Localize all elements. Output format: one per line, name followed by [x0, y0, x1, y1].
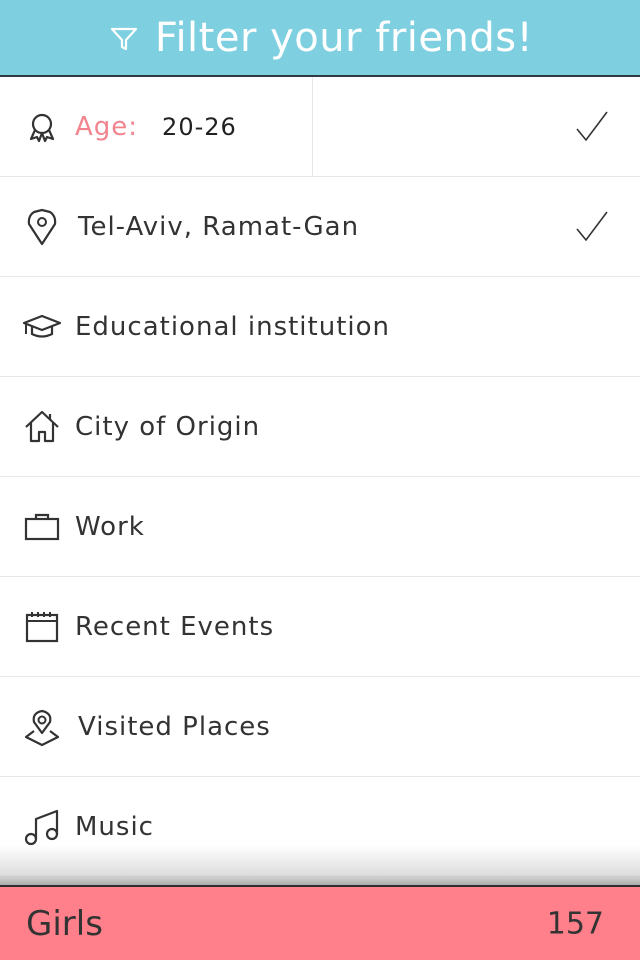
filter-row-location[interactable]: Tel-Aviv, Ramat-Gan [0, 177, 640, 277]
music-note-icon [24, 809, 59, 845]
briefcase-icon [24, 513, 60, 540]
city-of-origin-label: City of Origin [75, 411, 261, 442]
home-icon [25, 410, 59, 442]
check-icon [576, 111, 608, 141]
filter-row-city-of-origin[interactable]: City of Origin [0, 377, 640, 477]
filter-row-education[interactable]: Educational institution [0, 277, 640, 377]
gender-label[interactable]: Girls [26, 904, 103, 944]
music-label: Music [75, 811, 154, 842]
graduation-cap-icon [22, 314, 62, 338]
calendar-icon [25, 611, 59, 642]
result-count: 157 [546, 906, 604, 941]
row-divider [312, 77, 313, 176]
education-label: Educational institution [75, 311, 391, 342]
map-pin-icon [24, 709, 60, 746]
visited-places-label: Visited Places [78, 711, 271, 742]
check-icon [576, 211, 608, 241]
filter-list: Age: 20-26 Tel-Aviv, Ramat-Gan Educationa… [0, 77, 640, 877]
header-bar: Filter your friends! [0, 0, 640, 77]
filter-row-visited-places[interactable]: Visited Places [0, 677, 640, 777]
filter-row-recent-events[interactable]: Recent Events [0, 577, 640, 677]
page-title: Filter your friends! [154, 14, 534, 61]
results-bar[interactable]: Girls 157 [0, 885, 640, 960]
location-label: Tel-Aviv, Ramat-Gan [78, 211, 360, 242]
scroll-fade [0, 845, 640, 887]
filter-row-age[interactable]: Age: 20-26 [0, 77, 640, 177]
filter-row-work[interactable]: Work [0, 477, 640, 577]
recent-events-label: Recent Events [75, 611, 275, 642]
work-label: Work [75, 511, 145, 542]
age-value[interactable]: 20-26 [162, 113, 237, 141]
age-filter: Age: 20-26 [75, 112, 237, 142]
location-pin-icon [27, 208, 57, 245]
filter-icon[interactable] [107, 21, 141, 55]
award-icon [29, 113, 55, 142]
age-label: Age: [75, 111, 139, 142]
